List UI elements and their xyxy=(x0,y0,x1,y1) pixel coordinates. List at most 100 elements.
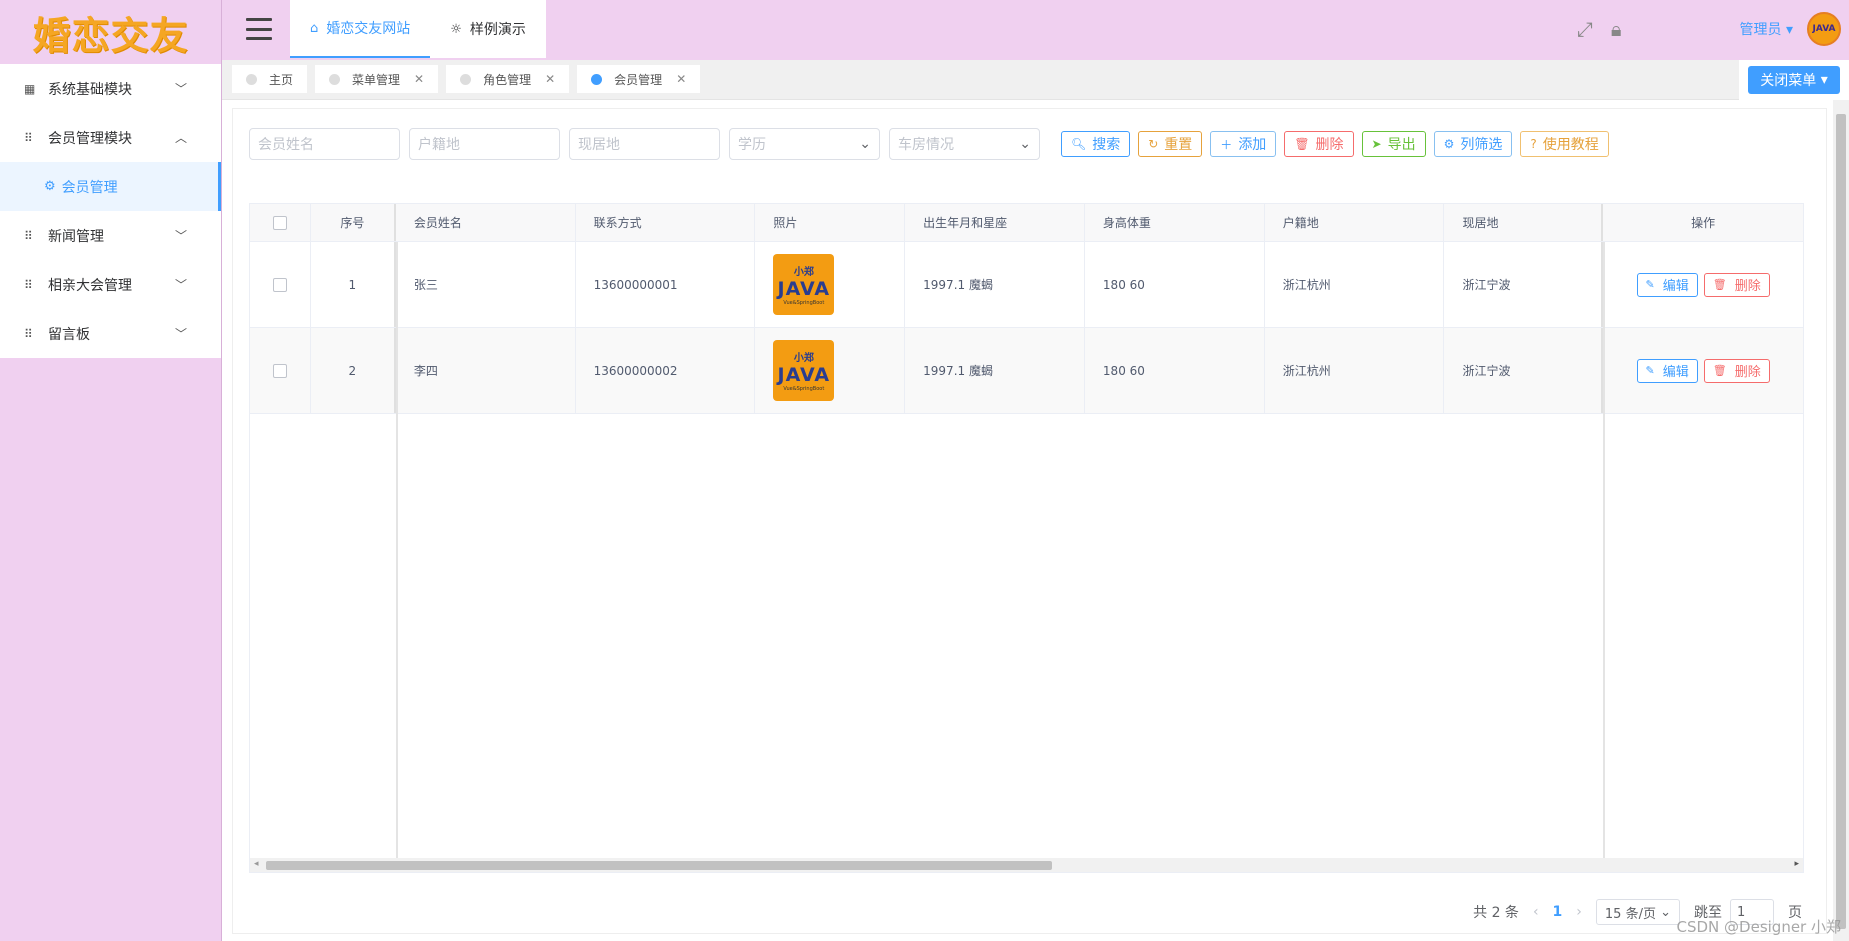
photo-text-main: JAVA xyxy=(777,278,831,300)
table-horizontal-scrollbar[interactable]: ◂ ▸ xyxy=(250,858,1803,872)
sidebar-item-matchmaking[interactable]: ⠿ 相亲大会管理 ﹀ xyxy=(0,260,221,309)
export-button[interactable]: ➤ 导出 xyxy=(1361,131,1426,157)
tag-label: 菜单管理 xyxy=(352,72,401,87)
close-icon[interactable]: ✕ xyxy=(414,72,424,86)
sidebar-item-system[interactable]: ▦ 系统基础模块 ﹀ xyxy=(0,64,221,113)
close-icon[interactable]: ✕ xyxy=(676,72,686,86)
refresh-icon: ↻ xyxy=(1148,137,1159,151)
search-button[interactable]: 🔍︎ 搜索 xyxy=(1061,131,1131,157)
tag-menu-manage[interactable]: 菜单管理 ✕ xyxy=(315,65,439,93)
cell-photo: 小郑 JAVA Vue&SpringBoot xyxy=(755,328,906,413)
button-label: 搜索 xyxy=(1092,137,1121,153)
cell-name: 李四 xyxy=(396,328,576,413)
lock-icon[interactable]: 🔒︎ xyxy=(1611,17,1622,41)
photo-text-bottom: Vue&SpringBoot xyxy=(783,386,825,392)
scroll-left-icon[interactable]: ◂ xyxy=(254,859,259,869)
grid-icon: ⠿ xyxy=(24,228,33,243)
sidebar-item-label: 新闻管理 xyxy=(48,228,104,245)
scroll-right-icon[interactable]: ▸ xyxy=(1794,859,1799,869)
member-table: 序号 会员姓名 联系方式 照片 出生年月和星座 身高体重 户籍地 现居地 操作 … xyxy=(249,203,1804,873)
sidebar-item-label: 留言板 xyxy=(48,326,90,343)
app-logo[interactable]: 婚恋交友 xyxy=(0,0,221,64)
chevron-down-icon: ⌄ xyxy=(859,136,871,152)
chevron-down-icon: ⌄ xyxy=(1019,136,1031,152)
button-label: 导出 xyxy=(1387,137,1416,153)
fullscreen-icon[interactable]: ⤢ xyxy=(1577,17,1593,41)
chevron-down-icon: ﹀ xyxy=(174,327,187,341)
row-select-cell xyxy=(250,242,311,327)
header-hukou: 户籍地 xyxy=(1265,204,1445,241)
tag-member-manage[interactable]: 会员管理 ✕ xyxy=(577,65,701,93)
cell-actions: ✎ 编辑 🗑︎ 删除 xyxy=(1603,242,1803,327)
tag-dot-icon xyxy=(246,73,257,85)
close-icon[interactable]: ✕ xyxy=(545,72,555,86)
photo-text-bottom: Vue&SpringBoot xyxy=(783,300,825,306)
edit-icon: ✎ xyxy=(1645,364,1655,377)
row-delete-button[interactable]: 🗑︎ 删除 xyxy=(1703,272,1770,297)
delete-button[interactable]: 🗑︎ 删除 xyxy=(1284,131,1354,157)
sidebar-item-label: 相亲大会管理 xyxy=(48,277,132,294)
sidebar-menu: ▦ 系统基础模块 ﹀ ⠿ 会员管理模块 ︿ ⚙ 会员管理 ⠿ 新闻管理 ﹀ ⠿ … xyxy=(0,64,221,358)
row-select-cell xyxy=(250,328,311,413)
cell-index: 2 xyxy=(311,328,396,413)
fixed-column-divider xyxy=(1603,242,1605,862)
pager-current-page[interactable]: 1 xyxy=(1553,904,1563,920)
button-label: 删除 xyxy=(1734,365,1761,380)
menu-toggle-icon[interactable] xyxy=(246,18,272,40)
button-label: 重置 xyxy=(1164,137,1193,153)
send-icon: ➤ xyxy=(1371,137,1382,151)
prev-page-icon[interactable]: ‹ xyxy=(1533,904,1539,920)
tab-site[interactable]: ⌂ 婚恋交友网站 xyxy=(290,0,431,58)
button-label: 删除 xyxy=(1315,137,1344,153)
trash-icon: 🗑︎ xyxy=(1712,364,1727,377)
button-label: 删除 xyxy=(1734,279,1761,294)
tag-home[interactable]: 主页 xyxy=(232,65,308,93)
cell-actions: ✎ 编辑 🗑︎ 删除 xyxy=(1603,328,1803,413)
user-menu[interactable]: 管理员 ▾ xyxy=(1740,19,1793,39)
cell-hukou: 浙江杭州 xyxy=(1265,328,1445,413)
grid-icon: ⠿ xyxy=(24,326,33,341)
row-checkbox[interactable] xyxy=(272,277,287,292)
close-menu-button[interactable]: 关闭菜单 ▾ xyxy=(1748,66,1840,94)
cell-index: 1 xyxy=(311,242,396,327)
member-name-input[interactable]: 会员姓名 xyxy=(249,128,400,160)
close-menu-label: 关闭菜单 xyxy=(1760,73,1817,89)
reset-button[interactable]: ↻ 重置 xyxy=(1138,131,1203,157)
scrollbar-thumb[interactable] xyxy=(1836,114,1846,929)
page-scrollbar[interactable] xyxy=(1833,100,1849,941)
row-checkbox[interactable] xyxy=(272,363,287,378)
edit-button[interactable]: ✎ 编辑 xyxy=(1636,272,1698,297)
close-menu-wrap: 关闭菜单 ▾ xyxy=(1739,60,1849,100)
education-select[interactable]: 学历 ⌄ xyxy=(729,128,880,160)
settings-circle-icon: ⚙ xyxy=(44,179,56,194)
button-label: 添加 xyxy=(1238,137,1267,153)
sidebar-item-message-board[interactable]: ⠿ 留言板 ﹀ xyxy=(0,309,221,358)
member-photo[interactable]: 小郑 JAVA Vue&SpringBoot xyxy=(773,254,835,315)
property-select[interactable]: 车房情况 ⌄ xyxy=(889,128,1040,160)
add-button[interactable]: ＋ 添加 xyxy=(1210,131,1277,157)
sidebar-item-member-module[interactable]: ⠿ 会员管理模块 ︿ xyxy=(0,113,221,162)
next-page-icon[interactable]: › xyxy=(1576,904,1582,920)
cell-residence: 浙江宁波 xyxy=(1444,328,1604,413)
tag-role-manage[interactable]: 角色管理 ✕ xyxy=(446,65,570,93)
row-delete-button[interactable]: 🗑︎ 删除 xyxy=(1703,358,1770,383)
select-all-checkbox[interactable] xyxy=(272,215,287,230)
page-size-value: 15 条/页 xyxy=(1604,906,1656,922)
tutorial-button[interactable]: ? 使用教程 xyxy=(1520,131,1609,157)
tab-demo[interactable]: ☼ 样例演示 xyxy=(430,0,546,58)
avatar[interactable]: JAVA xyxy=(1807,12,1841,46)
page-size-select[interactable]: 15 条/页 ⌄ xyxy=(1595,899,1680,925)
column-filter-button[interactable]: ⚙ 列筛选 xyxy=(1433,131,1513,157)
member-photo[interactable]: 小郑 JAVA Vue&SpringBoot xyxy=(773,340,835,401)
sidebar-item-news[interactable]: ⠿ 新闻管理 ﹀ xyxy=(0,211,221,260)
tags-view: 主页 菜单管理 ✕ 角色管理 ✕ 会员管理 ✕ 关闭菜单 ▾ xyxy=(222,60,1849,100)
table-row: 2 李四 13600000002 小郑 JAVA Vue&SpringBoot … xyxy=(250,328,1803,414)
scrollbar-thumb[interactable] xyxy=(266,861,1052,870)
edit-button[interactable]: ✎ 编辑 xyxy=(1636,358,1698,383)
sidebar-subitem-member-manage[interactable]: ⚙ 会员管理 xyxy=(0,162,221,211)
residence-input[interactable]: 现居地 xyxy=(569,128,720,160)
tag-dot-icon xyxy=(329,73,341,85)
hukou-input[interactable]: 户籍地 xyxy=(409,128,560,160)
fixed-column-divider xyxy=(396,242,398,862)
tag-dot-icon xyxy=(591,73,603,85)
